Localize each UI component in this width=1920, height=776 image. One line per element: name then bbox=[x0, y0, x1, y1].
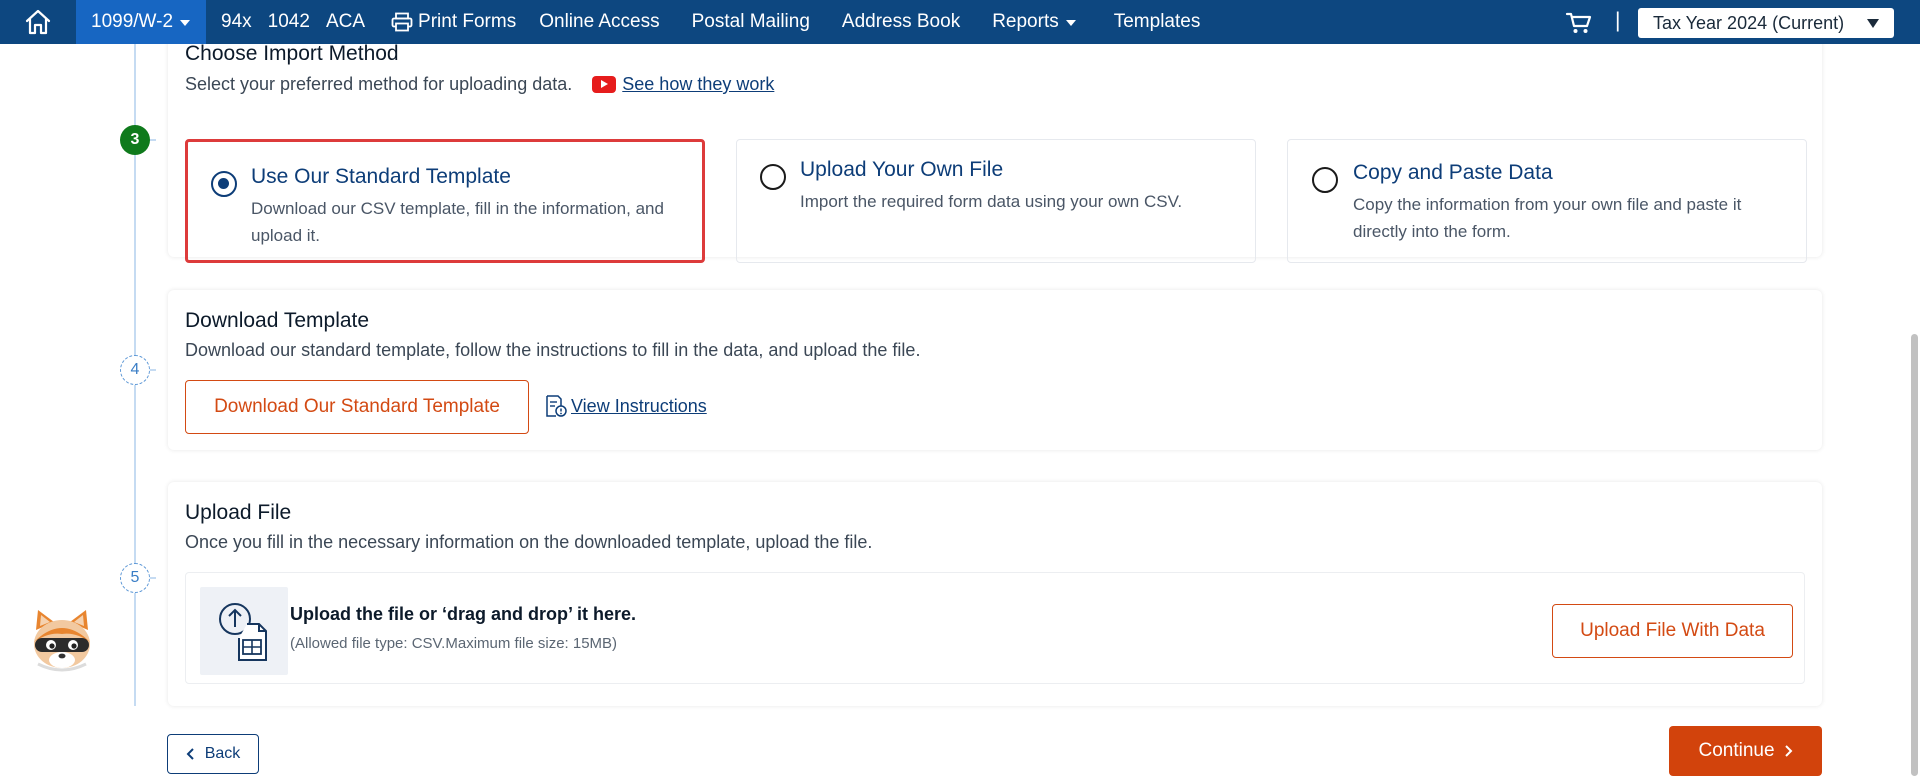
cart-button[interactable] bbox=[1565, 11, 1593, 40]
nav-online-access-label: Online Access bbox=[539, 11, 660, 32]
assistant-mascot[interactable] bbox=[24, 608, 100, 676]
nav-reports-label: Reports bbox=[992, 11, 1059, 32]
nav-templates[interactable]: Templates bbox=[1092, 0, 1217, 44]
method-copy-paste-title: Copy and Paste Data bbox=[1353, 161, 1553, 184]
page-scrollbar-thumb[interactable] bbox=[1911, 334, 1918, 776]
download-template-title: Download Template bbox=[185, 309, 370, 332]
download-template-subtitle: Download our standard template, follow t… bbox=[185, 340, 921, 360]
import-method-card: Choose Import Method Select your preferr… bbox=[168, 22, 1822, 263]
nav-aca-label: ACA bbox=[325, 11, 366, 32]
fox-mascot-icon bbox=[34, 610, 90, 672]
youtube-icon bbox=[592, 76, 617, 93]
upload-file-icon-box bbox=[200, 587, 288, 675]
method-standard-template[interactable]: Use Our Standard Template Download our C… bbox=[185, 139, 705, 263]
import-method-title: Choose Import Method bbox=[185, 42, 399, 65]
method-standard-template-desc-line2: upload it. bbox=[251, 226, 320, 245]
nav-1099-w2-label: 1099/W-2 bbox=[91, 11, 174, 32]
file-dropzone[interactable]: Upload the file or ‘drag and drop’ it he… bbox=[185, 572, 1805, 684]
chevron-down-icon bbox=[1065, 20, 1076, 26]
upload-file-card: Upload File Once you fill in the necessa… bbox=[168, 482, 1822, 706]
printer-icon bbox=[391, 12, 413, 32]
nav-postal-mailing[interactable]: Postal Mailing bbox=[676, 0, 826, 44]
back-button-label: Back bbox=[204, 745, 241, 762]
nav-1099-w2[interactable]: 1099/W-2 bbox=[76, 0, 207, 44]
dropzone-hint: (Allowed file type: CSV.Maximum file siz… bbox=[290, 635, 618, 652]
nav-online-access[interactable]: Online Access bbox=[532, 0, 675, 44]
chevron-left-icon bbox=[186, 748, 194, 760]
instructions-document-icon bbox=[546, 395, 567, 417]
import-method-subtitle-text: Select your preferred method for uploadi… bbox=[185, 74, 573, 94]
nav-address-book-label: Address Book bbox=[841, 11, 961, 32]
method-copy-paste[interactable]: Copy and Paste Data Copy the information… bbox=[1287, 139, 1807, 263]
nav-1042[interactable]: 1042 bbox=[268, 0, 326, 44]
home-button[interactable] bbox=[0, 0, 76, 44]
view-instructions-group[interactable]: View Instructions bbox=[545, 394, 707, 418]
upload-file-with-data-label: Upload File With Data bbox=[1580, 620, 1765, 641]
step-5-badge: 5 bbox=[120, 563, 150, 593]
app-root: 1099/W-2 94x 1042 ACA Print Forms Online… bbox=[0, 0, 1920, 776]
nav-reports[interactable]: Reports bbox=[976, 0, 1092, 44]
tax-year-label: Tax Year 2024 (Current) bbox=[1653, 12, 1845, 33]
import-method-subtitle: Select your preferred method for uploadi… bbox=[185, 74, 774, 95]
step-3-badge: 3 bbox=[120, 125, 150, 155]
caret-down-icon bbox=[1867, 19, 1879, 28]
cart-icon bbox=[1565, 12, 1592, 33]
nav-address-book[interactable]: Address Book bbox=[826, 0, 976, 44]
see-how-they-work-link[interactable]: See how they work bbox=[622, 74, 774, 94]
nav-postal-mailing-label: Postal Mailing bbox=[691, 11, 810, 32]
view-instructions-link[interactable]: View Instructions bbox=[571, 396, 707, 417]
method-upload-own-file-desc: Import the required form data using your… bbox=[800, 192, 1183, 211]
method-copy-paste-desc-line2: directly into the form. bbox=[1353, 222, 1511, 241]
radio-copy-paste[interactable] bbox=[1312, 167, 1338, 193]
continue-button-label: Continue bbox=[1698, 740, 1775, 761]
nav-print-forms[interactable]: Print Forms bbox=[381, 0, 532, 44]
top-navigation-bar: 1099/W-2 94x 1042 ACA Print Forms Online… bbox=[0, 0, 1920, 44]
nav-94x-label: 94x bbox=[221, 11, 252, 32]
nav-print-forms-label: Print Forms bbox=[418, 11, 517, 32]
chevron-down-icon bbox=[180, 20, 191, 26]
method-copy-paste-desc: Copy the information from your own file … bbox=[1353, 191, 1741, 245]
method-standard-template-desc: Download our CSV template, fill in the i… bbox=[251, 195, 664, 249]
home-icon bbox=[25, 9, 51, 35]
upload-file-subtitle: Once you fill in the necessary informati… bbox=[185, 532, 873, 552]
method-standard-template-desc-line1: Download our CSV template, fill in the i… bbox=[251, 199, 664, 218]
dropzone-title: Upload the file or ‘drag and drop’ it he… bbox=[290, 604, 637, 624]
upload-file-title: Upload File bbox=[185, 501, 292, 524]
download-template-card: Download Template Download our standard … bbox=[168, 290, 1822, 450]
upload-file-with-data-button[interactable]: Upload File With Data bbox=[1552, 604, 1793, 658]
back-button[interactable]: Back bbox=[167, 734, 259, 774]
continue-button[interactable]: Continue bbox=[1669, 726, 1822, 776]
nav-1042-label: 1042 bbox=[267, 11, 310, 32]
nav-aca[interactable]: ACA bbox=[326, 0, 381, 44]
download-template-button-label: Download Our Standard Template bbox=[214, 396, 500, 417]
method-copy-paste-desc-line1: Copy the information from your own file … bbox=[1353, 195, 1742, 214]
radio-upload-own-file[interactable] bbox=[760, 164, 786, 190]
method-standard-template-title: Use Our Standard Template bbox=[251, 165, 511, 188]
radio-standard-template[interactable] bbox=[211, 171, 237, 197]
method-upload-own-file-title: Upload Your Own File bbox=[800, 158, 1004, 181]
nav-94x[interactable]: 94x bbox=[206, 0, 268, 44]
upload-spreadsheet-icon bbox=[219, 603, 267, 661]
nav-templates-label: Templates bbox=[1113, 11, 1201, 32]
method-upload-own-file[interactable]: Upload Your Own File Import the required… bbox=[736, 139, 1256, 263]
chevron-right-icon bbox=[1784, 745, 1792, 757]
download-template-button[interactable]: Download Our Standard Template bbox=[185, 380, 529, 434]
nav-separator: | bbox=[1615, 9, 1621, 32]
step-4-badge: 4 bbox=[120, 355, 150, 385]
tax-year-select[interactable]: Tax Year 2024 (Current) bbox=[1638, 8, 1894, 38]
